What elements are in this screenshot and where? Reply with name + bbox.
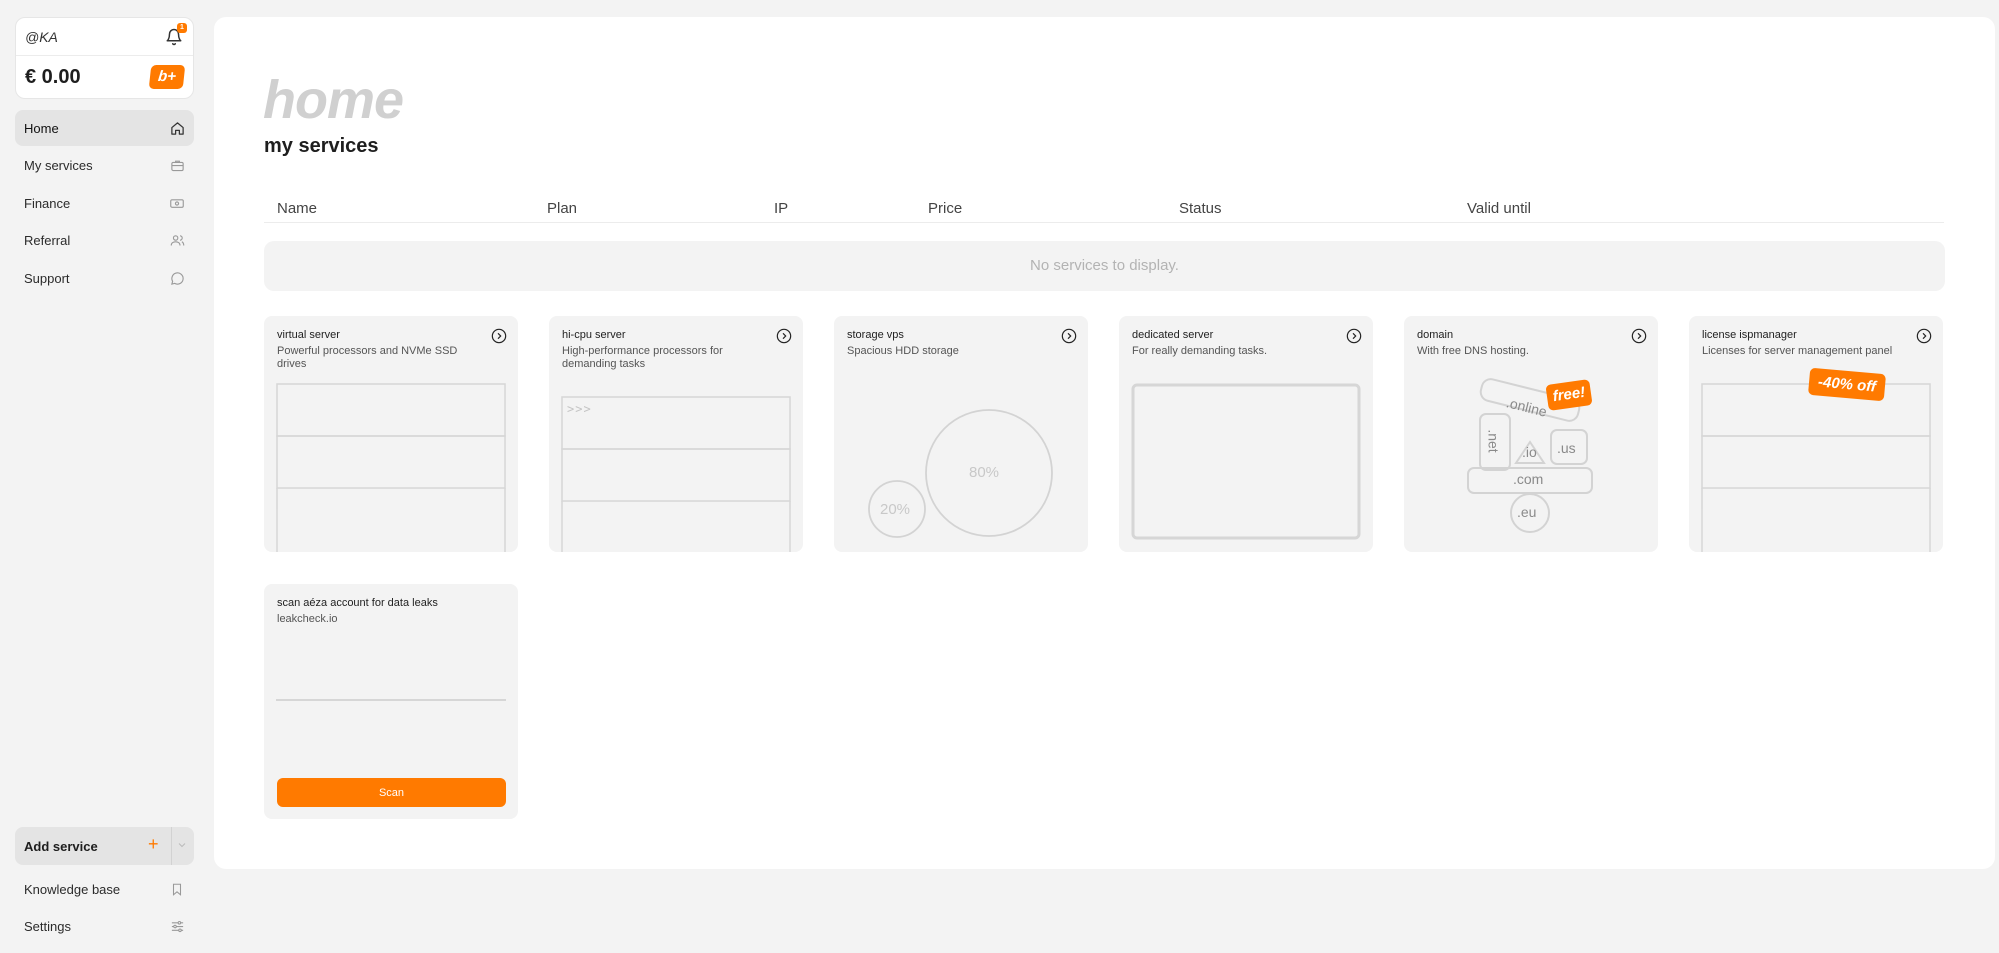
bookmark-icon <box>169 881 185 897</box>
arrow-right-circle-icon[interactable] <box>1346 328 1362 344</box>
main-panel: home my services Name Plan IP Price Stat… <box>214 17 1995 869</box>
card-description: High-performance processors for demandin… <box>562 345 723 370</box>
nav-item-label: Knowledge base <box>24 881 121 897</box>
card-title: license ispmanager <box>1702 329 1797 341</box>
add-service-button[interactable]: Add service + <box>15 827 194 865</box>
add-service-label: Add service <box>24 838 98 854</box>
tld-io: .io <box>1522 444 1537 460</box>
arrow-right-circle-icon[interactable] <box>1061 328 1077 344</box>
account-card: @KA 1 € 0.00 b+ <box>15 17 194 99</box>
nav-item-label: Support <box>24 270 70 286</box>
briefcase-icon <box>169 158 185 174</box>
nav-item-label: Finance <box>24 195 71 211</box>
sliders-icon <box>169 919 185 935</box>
banknote-icon <box>169 195 185 211</box>
service-card-dedicated-server[interactable]: dedicated server For really demanding ta… <box>1119 316 1373 552</box>
card-description: For really demanding tasks. <box>1132 345 1268 357</box>
card-title: virtual server <box>277 329 340 341</box>
tld-eu: .eu <box>1517 504 1537 520</box>
services-table-header: Name Plan IP Price Status Valid until <box>264 193 1944 223</box>
nav-item-label: Referral <box>24 233 71 249</box>
storage-small-label: 20% <box>880 501 911 518</box>
chat-icon <box>169 270 185 286</box>
column-header-price[interactable]: Price <box>928 200 962 217</box>
nav-item-finance[interactable]: Finance <box>15 185 194 221</box>
column-header-valid-until[interactable]: Valid until <box>1467 200 1531 217</box>
service-card-hi-cpu-server[interactable]: >>> hi-cpu server High-performance proce… <box>549 316 803 552</box>
nav-item-support[interactable]: Support <box>15 260 194 296</box>
sidebar: @KA 1 € 0.00 b+ Home My services Finance <box>0 0 210 953</box>
card-title: dedicated server <box>1132 329 1214 341</box>
bell-icon[interactable]: 1 <box>165 22 187 46</box>
scan-title: scan aéza account for data leaks <box>277 597 438 609</box>
divider <box>171 827 172 865</box>
nav-item-knowledge-base[interactable]: Knowledge base <box>15 871 194 907</box>
arrow-right-circle-icon[interactable] <box>776 328 792 344</box>
card-title: storage vps <box>847 329 904 341</box>
card-description: Powerful processors and NVMe SSD drives <box>277 345 458 370</box>
terminal-prompt: >>> <box>567 402 592 416</box>
plus-icon: + <box>148 834 159 854</box>
service-card-license-ispmanager[interactable]: -40% off license ispmanager Licenses for… <box>1689 316 1943 552</box>
arrow-right-circle-icon[interactable] <box>1631 328 1647 344</box>
users-icon <box>169 233 185 249</box>
tld-com: .com <box>1513 471 1544 487</box>
card-title: domain <box>1417 329 1454 341</box>
column-header-status[interactable]: Status <box>1179 200 1222 217</box>
column-header-plan[interactable]: Plan <box>547 200 577 217</box>
nav-item-label: Settings <box>24 919 71 935</box>
storage-big-label: 80% <box>969 464 1000 481</box>
scan-button[interactable]: Scan <box>277 778 506 807</box>
arrow-right-circle-icon[interactable] <box>1916 328 1932 344</box>
leak-scan-card: scan aéza account for data leaks leakche… <box>264 584 518 819</box>
card-title: hi-cpu server <box>562 329 626 341</box>
page-title: home <box>263 70 404 130</box>
main-nav: Home My services Finance Referral Suppor… <box>15 110 194 298</box>
notification-badge: 1 <box>177 22 187 33</box>
bottom-nav: Knowledge base Settings <box>15 871 194 946</box>
nav-item-label: Home <box>24 120 59 136</box>
card-description: Licenses for server management panel <box>1702 345 1893 357</box>
home-icon <box>169 120 185 136</box>
scan-input-line[interactable] <box>276 699 506 701</box>
service-card-virtual-server[interactable]: virtual server Powerful processors and N… <box>264 316 518 552</box>
section-title: my services <box>264 135 379 157</box>
top-up-button[interactable]: b+ <box>148 65 186 89</box>
scan-subtitle: leakcheck.io <box>277 613 338 625</box>
column-header-name[interactable]: Name <box>277 200 317 217</box>
service-card-domain[interactable]: .online .net .io .us .com .eu free! doma… <box>1404 316 1658 552</box>
card-description: Spacious HDD storage <box>847 345 959 357</box>
nav-item-home[interactable]: Home <box>15 110 194 146</box>
column-header-ip[interactable]: IP <box>774 200 788 217</box>
nav-item-label: My services <box>24 158 93 174</box>
username: @KA <box>25 28 58 45</box>
empty-state: No services to display. <box>264 241 1945 291</box>
balance: € 0.00 <box>25 65 81 88</box>
nav-item-referral[interactable]: Referral <box>15 223 194 259</box>
service-card-storage-vps[interactable]: 80% 20% storage vps Spacious HDD storage <box>834 316 1088 552</box>
nav-item-settings[interactable]: Settings <box>15 909 194 945</box>
card-description: With free DNS hosting. <box>1417 345 1529 357</box>
nav-item-my-services[interactable]: My services <box>15 148 194 184</box>
arrow-right-circle-icon[interactable] <box>491 328 507 344</box>
tld-us: .us <box>1557 440 1576 456</box>
tld-net: .net <box>1485 429 1502 453</box>
chevron-down-icon[interactable] <box>176 839 188 854</box>
